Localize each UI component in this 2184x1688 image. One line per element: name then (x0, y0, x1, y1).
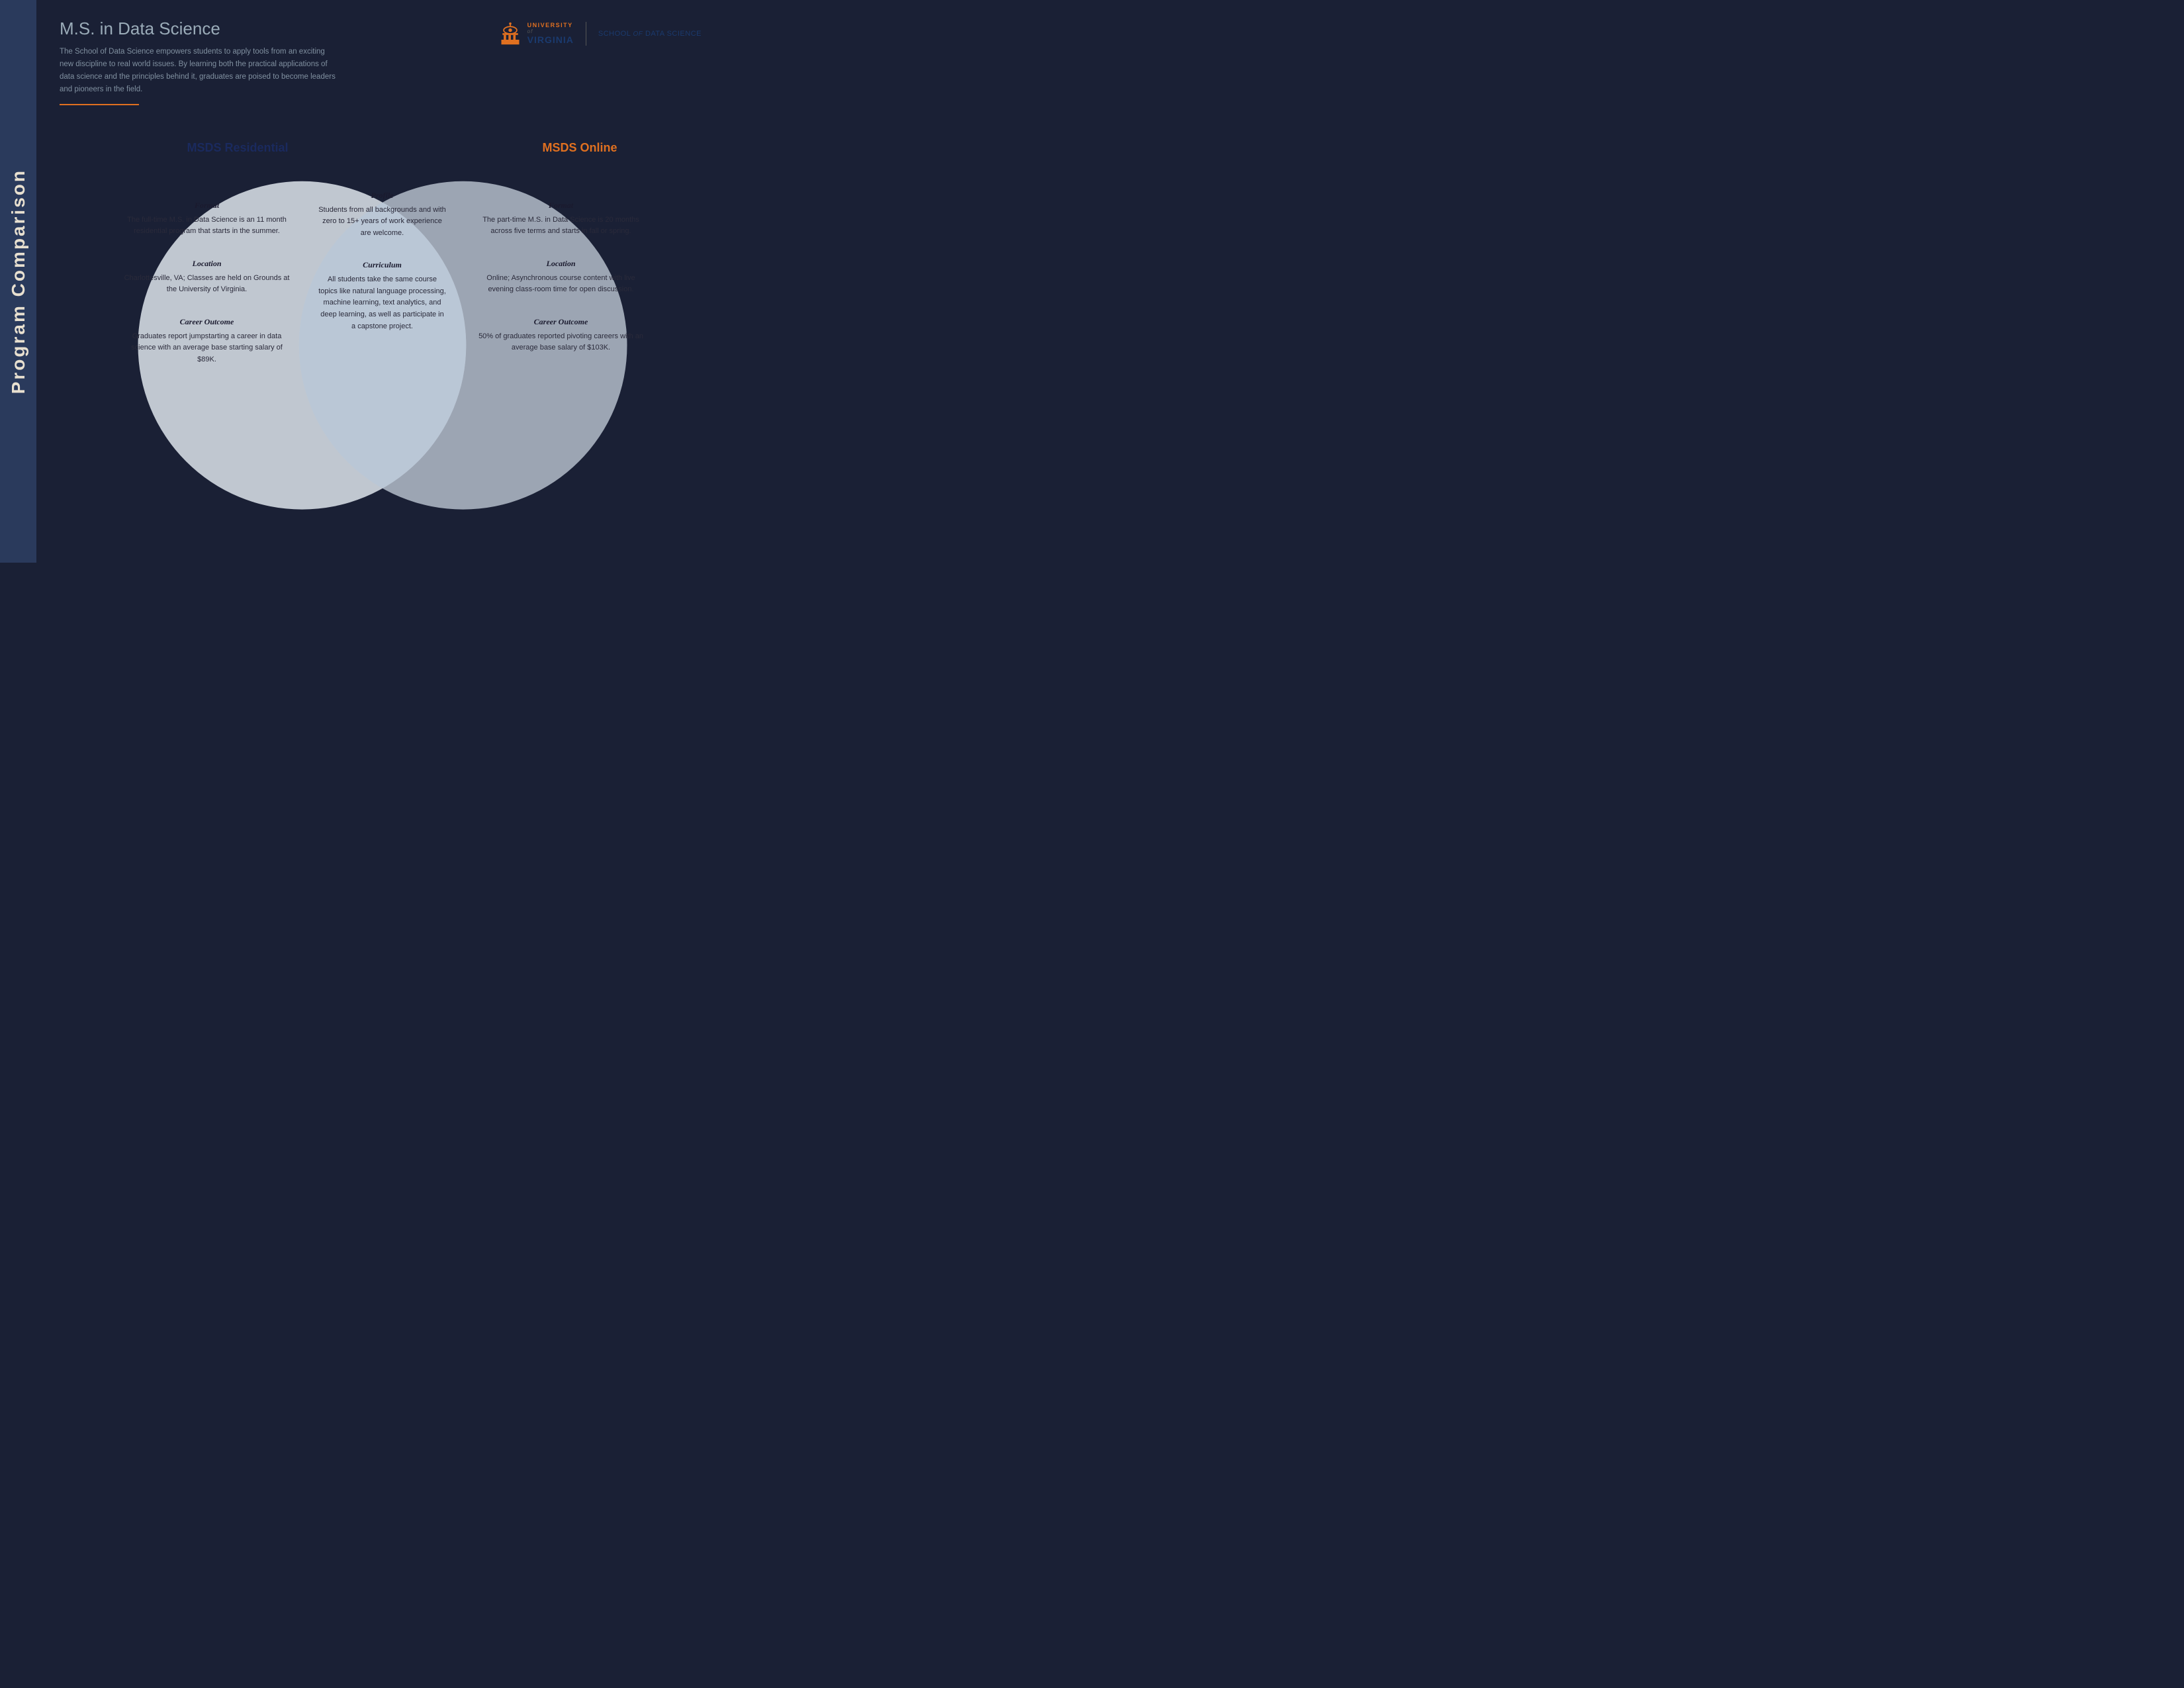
venn-container: MSDS Residential MSDS Online Format The … (36, 103, 728, 563)
right-career-body: 50% of graduates reported pivoting caree… (475, 331, 647, 354)
center-curriculum-block: Curriculum All students take the same co… (318, 260, 447, 332)
sidebar: Program Comparison (0, 0, 36, 563)
sds-logo: SCHOOL of DATA SCIENCE (586, 30, 702, 38)
center-profile-body: Students from all backgrounds and with z… (318, 205, 447, 240)
header: M.S. in Data Science The School of Data … (36, 0, 728, 115)
left-location-label: Location (121, 259, 293, 269)
center-curriculum-label: Curriculum (318, 260, 447, 270)
main-content: M.S. in Data Science The School of Data … (36, 0, 728, 563)
virginia-label: VIRGINIA (527, 35, 574, 45)
left-career-body: Graduates report jumpstarting a career i… (121, 331, 293, 366)
right-heading: MSDS Online (542, 141, 617, 155)
right-format-body: The part-time M.S. in Data Science is 20… (475, 214, 647, 238)
university-label: UNIVERSITY (527, 23, 574, 29)
sds-text: SCHOOL of DATA SCIENCE (598, 30, 702, 38)
page-title: M.S. in Data Science (60, 19, 338, 39)
left-career-block: Career Outcome Graduates report jumpstar… (121, 317, 293, 366)
uva-logo: UNIVERSITY of VIRGINIA (498, 22, 586, 46)
logo-area: UNIVERSITY of VIRGINIA SCHOOL of DATA SC… (498, 22, 702, 46)
left-format-body: The full-time M.S. in Data Science is an… (121, 214, 293, 238)
center-profile-label: Profile (318, 191, 447, 201)
right-career-block: Career Outcome 50% of graduates reported… (475, 317, 647, 354)
left-content: Format The full-time M.S. in Data Scienc… (121, 201, 293, 387)
right-format-block: Format The part-time M.S. in Data Scienc… (475, 201, 647, 238)
left-format-label: Format (121, 201, 293, 211)
center-profile-block: Profile Students from all backgrounds an… (318, 191, 447, 240)
left-location-body: Charlottesville, VA; Classes are held on… (121, 273, 293, 296)
left-heading: MSDS Residential (187, 141, 289, 155)
center-curriculum-body: All students take the same course topics… (318, 274, 447, 332)
header-left: M.S. in Data Science The School of Data … (60, 19, 338, 105)
venn-wrapper: MSDS Residential MSDS Online Format The … (101, 141, 664, 525)
right-location-label: Location (475, 259, 647, 269)
right-career-label: Career Outcome (475, 317, 647, 327)
right-content: Format The part-time M.S. in Data Scienc… (475, 201, 647, 376)
header-description: The School of Data Science empowers stud… (60, 46, 338, 96)
left-format-block: Format The full-time M.S. in Data Scienc… (121, 201, 293, 238)
left-career-label: Career Outcome (121, 317, 293, 327)
right-location-body: Online; Asynchronous course content with… (475, 273, 647, 296)
right-location-block: Location Online; Asynchronous course con… (475, 259, 647, 296)
right-format-label: Format (475, 201, 647, 211)
center-content: Profile Students from all backgrounds an… (318, 191, 447, 354)
left-location-block: Location Charlottesville, VA; Classes ar… (121, 259, 293, 296)
sidebar-label: Program Comparison (8, 169, 29, 394)
rotunda-icon (498, 22, 522, 46)
uva-text: UNIVERSITY of VIRGINIA (527, 23, 574, 45)
